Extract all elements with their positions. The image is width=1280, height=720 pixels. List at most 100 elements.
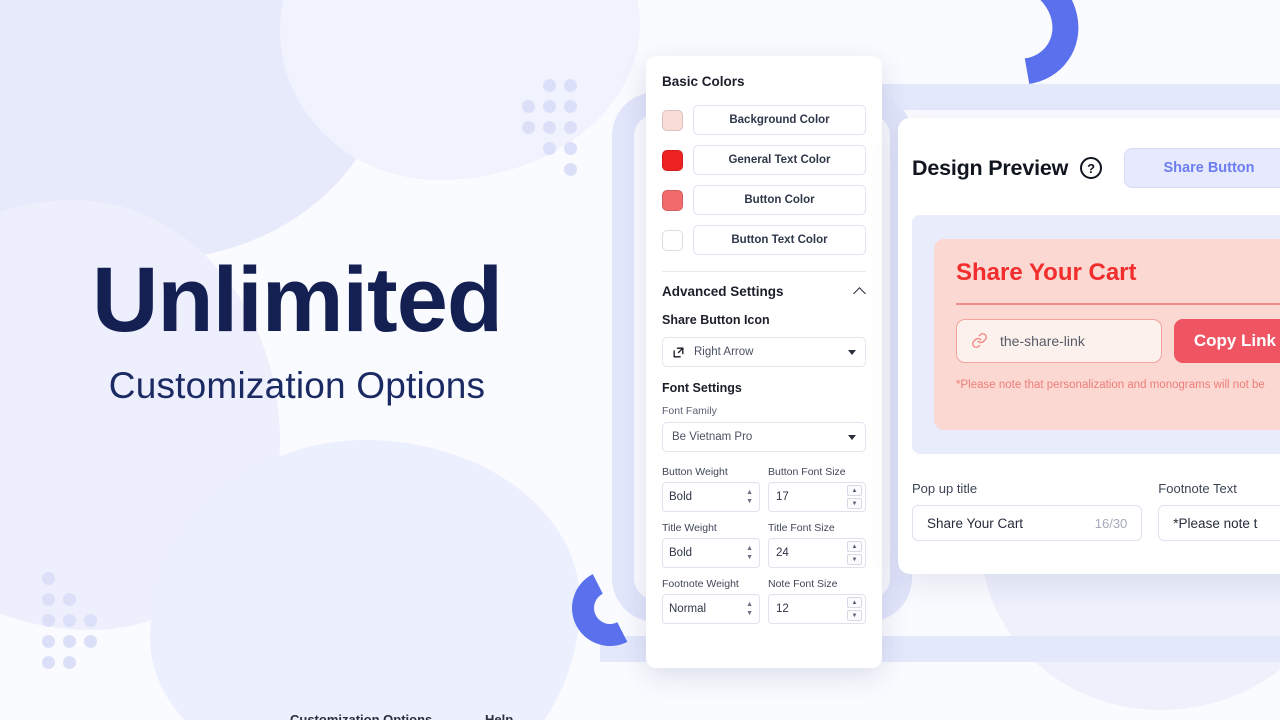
color-swatch[interactable] — [662, 109, 683, 131]
dot — [564, 100, 577, 113]
dot — [63, 614, 76, 627]
dot — [564, 121, 577, 134]
share-link-placeholder: the-share-link — [1000, 332, 1085, 349]
increment-button[interactable]: ▲ — [847, 485, 862, 496]
chevron-up-icon[interactable] — [855, 286, 866, 297]
footnote-input[interactable]: *Please note t — [1158, 505, 1280, 541]
color-row: General Text Color — [662, 145, 866, 175]
font-field: Button Font Size 17 ▲ ▼ — [768, 466, 866, 512]
copy-link-button[interactable]: Copy Link — [1173, 318, 1280, 363]
updown-arrows-icon: ▲ ▼ — [746, 545, 753, 561]
font-field-label: Note Font Size — [768, 578, 838, 590]
settings-panel: Basic Colors Background Color General Tex… — [646, 56, 882, 668]
preview-header: Design Preview ? Share Button — [898, 118, 1280, 188]
font-size-stepper[interactable]: 17 ▲ ▼ — [768, 482, 866, 512]
dot — [42, 635, 55, 648]
color-swatch[interactable] — [662, 149, 683, 171]
basic-colors-list: Background Color General Text Color Button… — [662, 105, 866, 255]
share-button-icon-label: Share Button Icon — [662, 313, 770, 327]
page-title: Design Preview — [912, 155, 1069, 180]
dot — [84, 635, 97, 648]
share-link-input[interactable]: the-share-link — [956, 318, 1162, 363]
font-weight-select[interactable]: Bold ▲ ▼ — [662, 482, 760, 512]
dot — [522, 100, 535, 113]
color-row: Button Color — [662, 185, 866, 215]
font-field: Title Font Size 24 ▲ ▼ — [768, 522, 866, 568]
share-button[interactable]: Share Button — [1124, 148, 1280, 188]
spinner-buttons[interactable]: ▲ ▼ — [847, 597, 862, 621]
color-button[interactable]: General Text Color — [693, 145, 866, 175]
popup-footnote: *Please note that personalization and mo… — [956, 378, 1265, 391]
popup-link-row: the-share-link Copy Link — [956, 318, 1280, 363]
advanced-settings-label: Advanced Settings — [662, 284, 784, 299]
background-blob — [150, 440, 580, 720]
font-field: Title Weight Bold ▲ ▼ — [662, 522, 760, 568]
decorative-band — [880, 84, 1280, 110]
dot — [522, 121, 535, 134]
dot — [42, 593, 55, 606]
external-link-icon — [673, 347, 684, 357]
spinner-buttons[interactable]: ▲ ▼ — [847, 485, 862, 509]
link-chain-icon — [972, 333, 987, 348]
app-root: Unlimited Customization Options Basic Co… — [0, 0, 1280, 720]
dot — [42, 614, 55, 627]
color-swatch[interactable] — [662, 189, 683, 211]
dot — [42, 656, 55, 669]
font-weight-select[interactable]: Normal ▲ ▼ — [662, 594, 760, 624]
decrement-button[interactable]: ▼ — [847, 554, 862, 565]
font-weight-value: Bold — [669, 491, 693, 503]
color-button[interactable]: Button Color — [693, 185, 866, 215]
font-field-label: Title Font Size — [768, 522, 835, 534]
font-size-stepper[interactable]: 24 ▲ ▼ — [768, 538, 866, 568]
decrement-button[interactable]: ▼ — [847, 498, 862, 509]
decorative-arc — [562, 560, 658, 656]
font-family-select[interactable]: Be Vietnam Pro — [662, 422, 866, 452]
preview-fields: Pop up title Share Your Cart 16/30 Footn… — [898, 454, 1280, 541]
color-row: Button Text Color — [662, 225, 866, 255]
font-field-label: Button Font Size — [768, 466, 846, 478]
dot — [63, 593, 76, 606]
popup-title: Share Your Cart — [956, 259, 1137, 286]
color-button[interactable]: Background Color — [693, 105, 866, 135]
font-size-value: 17 — [776, 491, 789, 503]
spinner-buttons[interactable]: ▲ ▼ — [847, 541, 862, 565]
advanced-settings-header[interactable]: Advanced Settings — [662, 284, 866, 299]
font-weight-value: Normal — [669, 603, 707, 615]
bottom-clipped-text: Help — [485, 712, 514, 720]
background-blob — [0, 0, 390, 260]
increment-button[interactable]: ▲ — [847, 541, 862, 552]
share-button-icon-select[interactable]: Right Arrow — [662, 337, 866, 367]
dot — [543, 142, 556, 155]
font-weight-value: Bold — [669, 547, 693, 559]
font-size-stepper[interactable]: 12 ▲ ▼ — [768, 594, 866, 624]
font-settings-heading: Font Settings — [662, 381, 742, 395]
dot — [42, 572, 55, 585]
decrement-button[interactable]: ▼ — [847, 610, 862, 621]
dot — [564, 79, 577, 92]
decorative-arc — [927, 0, 1103, 110]
share-button-icon-value: Right Arrow — [694, 346, 754, 358]
increment-button[interactable]: ▲ — [847, 597, 862, 608]
font-size-value: 12 — [776, 603, 789, 615]
footnote-value: *Please note t — [1173, 515, 1258, 531]
dot — [63, 656, 76, 669]
background-blob — [280, 0, 640, 180]
font-field-label: Title Weight — [662, 522, 717, 534]
popup-title-input[interactable]: Share Your Cart 16/30 — [912, 505, 1143, 541]
updown-arrows-icon: ▲ ▼ — [746, 601, 753, 617]
font-weight-select[interactable]: Bold ▲ ▼ — [662, 538, 760, 568]
font-field: Note Font Size 12 ▲ ▼ — [768, 578, 866, 624]
question-mark-icon[interactable]: ? — [1080, 157, 1103, 179]
share-cart-popup: Share Your Cart the-share-link Copy Link… — [934, 239, 1280, 430]
color-swatch[interactable] — [662, 229, 683, 251]
font-field-label: Button Weight — [662, 466, 728, 478]
popup-title-value: Share Your Cart — [927, 515, 1024, 531]
font-family-value: Be Vietnam Pro — [672, 431, 753, 443]
popup-divider — [956, 303, 1280, 305]
footnote-field-label: Footnote Text — [1158, 481, 1237, 496]
dot — [543, 121, 556, 134]
preview-stage: Share Your Cart the-share-link Copy Link… — [912, 215, 1280, 454]
character-counter: 16/30 — [1094, 515, 1128, 531]
color-button[interactable]: Button Text Color — [693, 225, 866, 255]
dot — [564, 163, 577, 176]
